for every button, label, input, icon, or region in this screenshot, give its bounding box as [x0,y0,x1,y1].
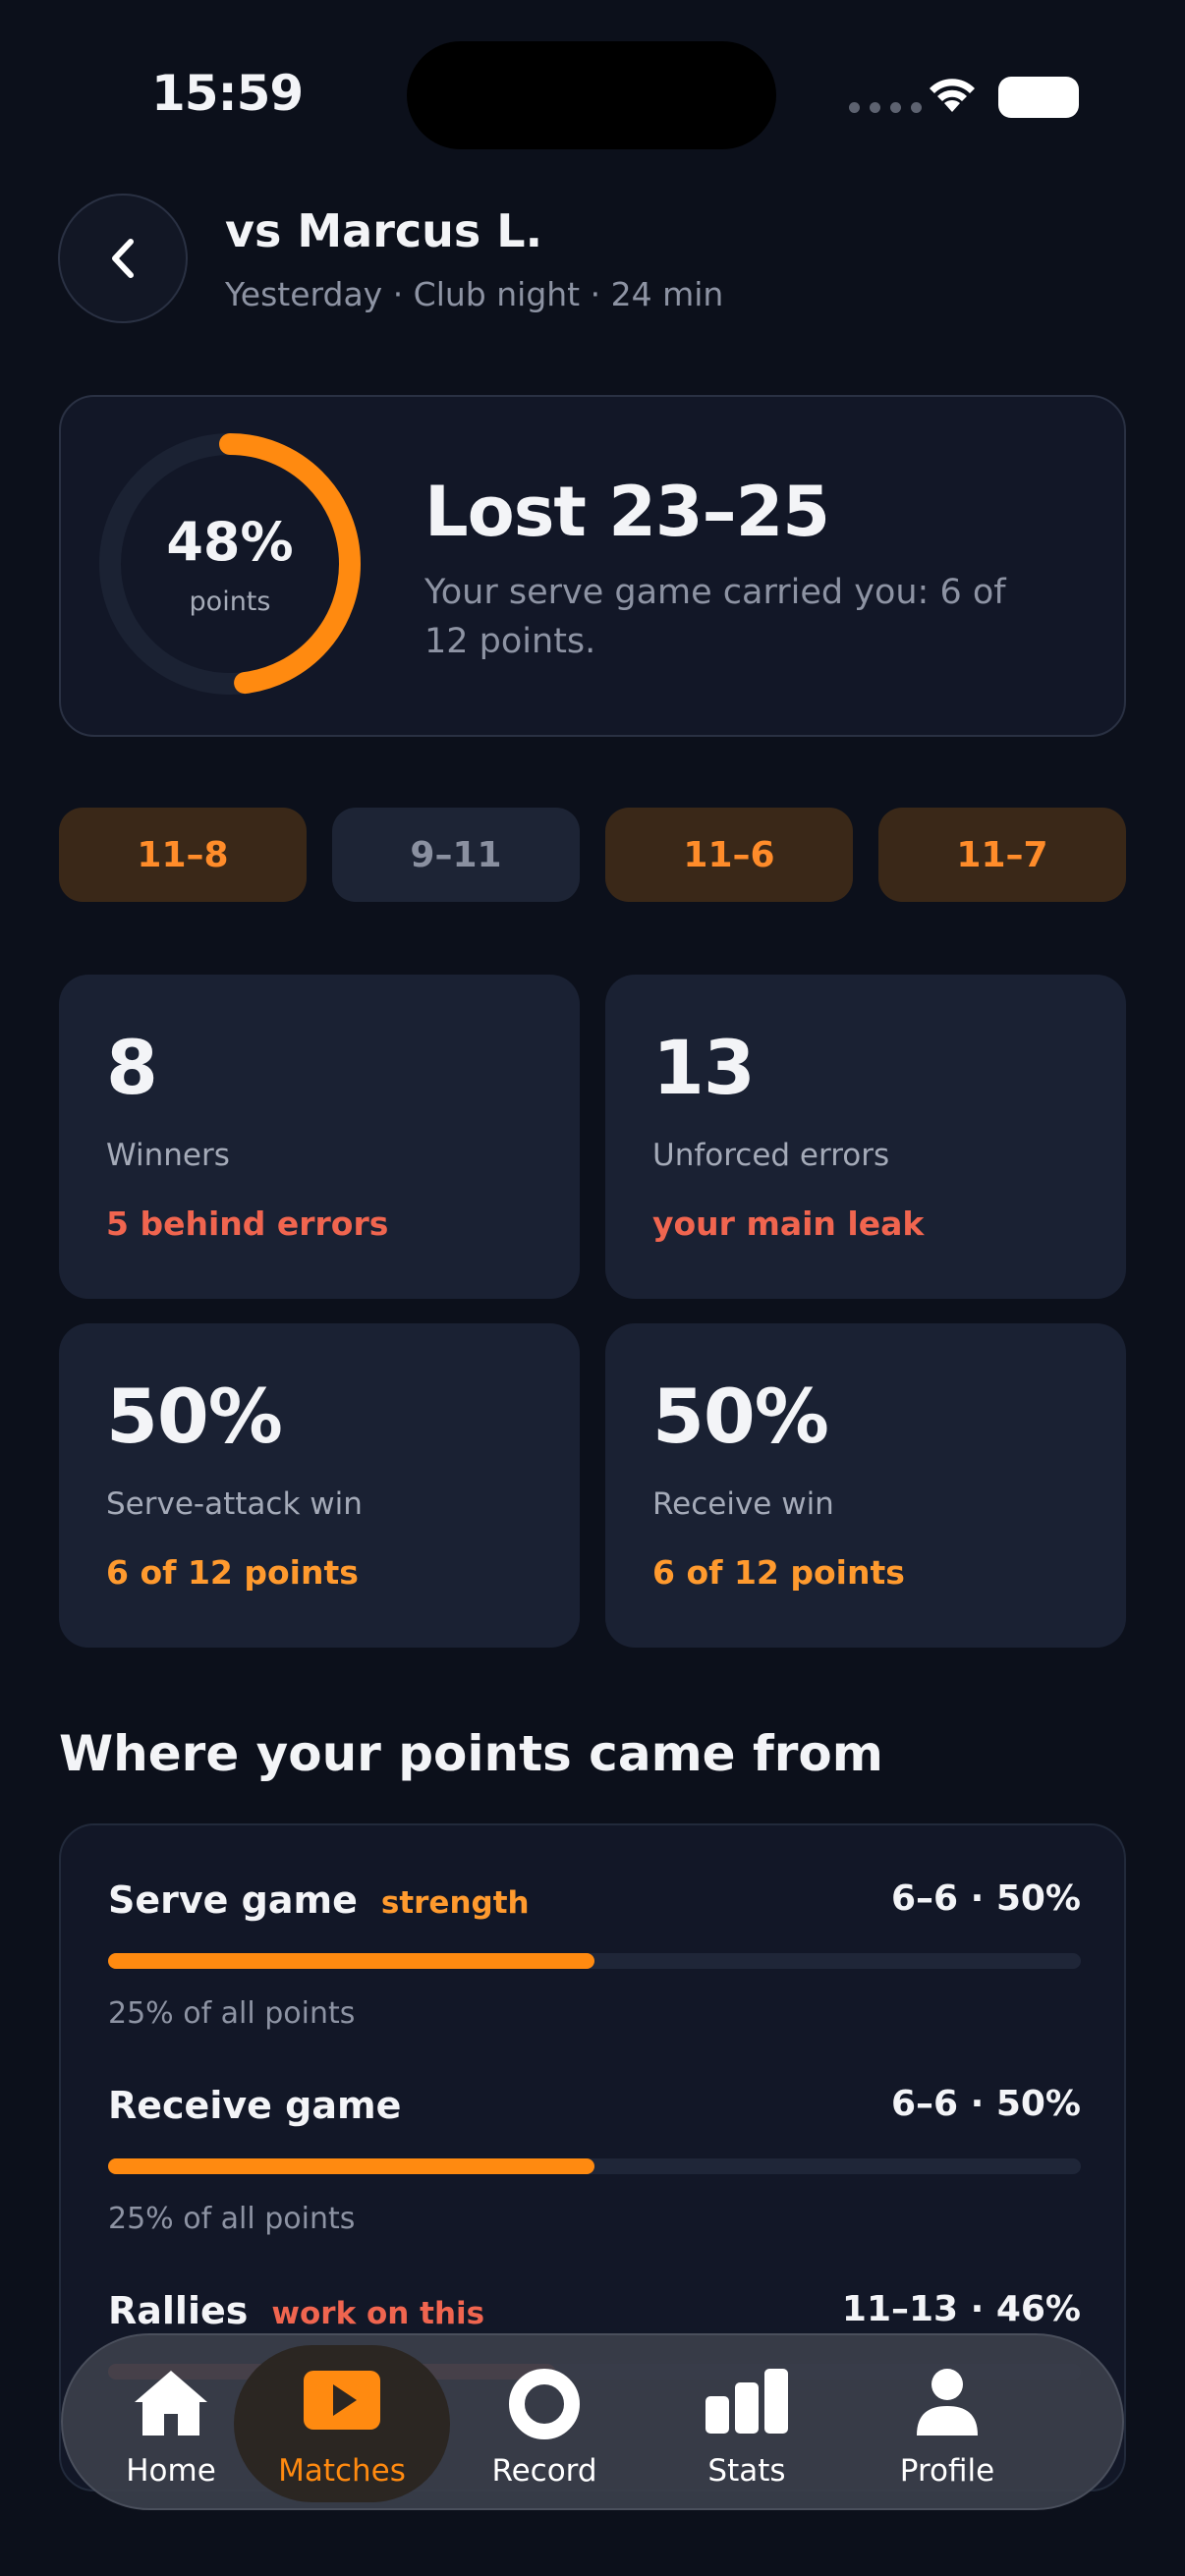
game-chip-2[interactable]: 9–11 [332,808,580,902]
game-chip-1[interactable]: 11–8 [59,808,307,902]
tab-label: Record [491,2453,597,2489]
play-icon [304,2371,380,2430]
row-share: 25% of all points [108,1996,356,2031]
wifi-icon [930,79,975,112]
stat-note: 6 of 12 points [106,1553,359,1592]
row-score: 6–6 · 50% [890,1878,1081,1919]
row-score: 6–6 · 50% [890,2084,1081,2124]
stat-card-winners: 8 Winners 5 behind errors [59,975,580,1299]
stat-note: 6 of 12 points [652,1553,905,1592]
stat-value: 13 [652,1024,756,1111]
game-chip-3[interactable]: 11–6 [605,808,853,902]
tab-stats[interactable]: Stats [639,2345,855,2502]
row-name: Receive game [108,2084,402,2127]
section-title: Where your points came from [59,1725,883,1782]
row-name: Serve game [108,1878,358,1922]
home-icon [135,2371,207,2436]
points-label: points [189,587,271,617]
stat-note: 5 behind errors [106,1204,389,1243]
tab-record[interactable]: Record [436,2345,652,2502]
row-bar-track [108,2158,1081,2174]
status-time: 15:59 [151,65,304,122]
page-title: vs Marcus L. [225,204,543,257]
tab-profile[interactable]: Profile [839,2345,1055,2502]
row-bar-fill [108,1953,594,1969]
match-meta: Yesterday · Club night · 24 min [225,275,724,313]
game-chip-4[interactable]: 11–7 [878,808,1126,902]
bar-chart-icon [705,2369,788,2434]
row-name: Rallies [108,2289,249,2332]
row-bar-track [108,1953,1081,1969]
points-percent: 48% [166,511,294,573]
stat-label: Unforced errors [652,1138,890,1173]
match-result: Lost 23–25 [424,472,830,552]
stat-value: 8 [106,1024,158,1111]
tab-label: Matches [278,2453,406,2489]
stat-label: Winners [106,1138,230,1173]
stat-card-receive: 50% Receive win 6 of 12 points [605,1323,1126,1648]
tab-matches[interactable]: Matches [234,2345,450,2502]
stat-card-unforced-errors: 13 Unforced errors your main leak [605,975,1126,1299]
dynamic-island [407,41,776,149]
record-icon [509,2369,580,2439]
stat-card-serve-attack: 50% Serve-attack win 6 of 12 points [59,1323,580,1648]
stat-label: Serve-attack win [106,1486,363,1522]
stat-value: 50% [106,1372,283,1460]
person-icon [917,2369,978,2436]
tab-label: Profile [899,2453,995,2489]
tab-label: Stats [707,2453,786,2489]
signal-dots-icon [849,102,922,113]
row-share: 25% of all points [108,2202,356,2236]
battery-icon [998,77,1079,118]
row-bar-fill [108,2158,594,2174]
row-tag: work on this [271,2296,485,2331]
row-tag: strength [380,1885,530,1921]
row-score: 11–13 · 46% [841,2289,1081,2329]
stat-value: 50% [652,1372,829,1460]
stat-label: Receive win [652,1486,834,1522]
tab-bar: Home Matches Record Stats Profile [61,2333,1124,2510]
back-button[interactable] [58,194,188,323]
chevron-left-icon [112,239,134,278]
match-insight: Your serve game carried you: 6 of 12 poi… [424,573,1006,661]
stat-note: your main leak [652,1204,925,1243]
